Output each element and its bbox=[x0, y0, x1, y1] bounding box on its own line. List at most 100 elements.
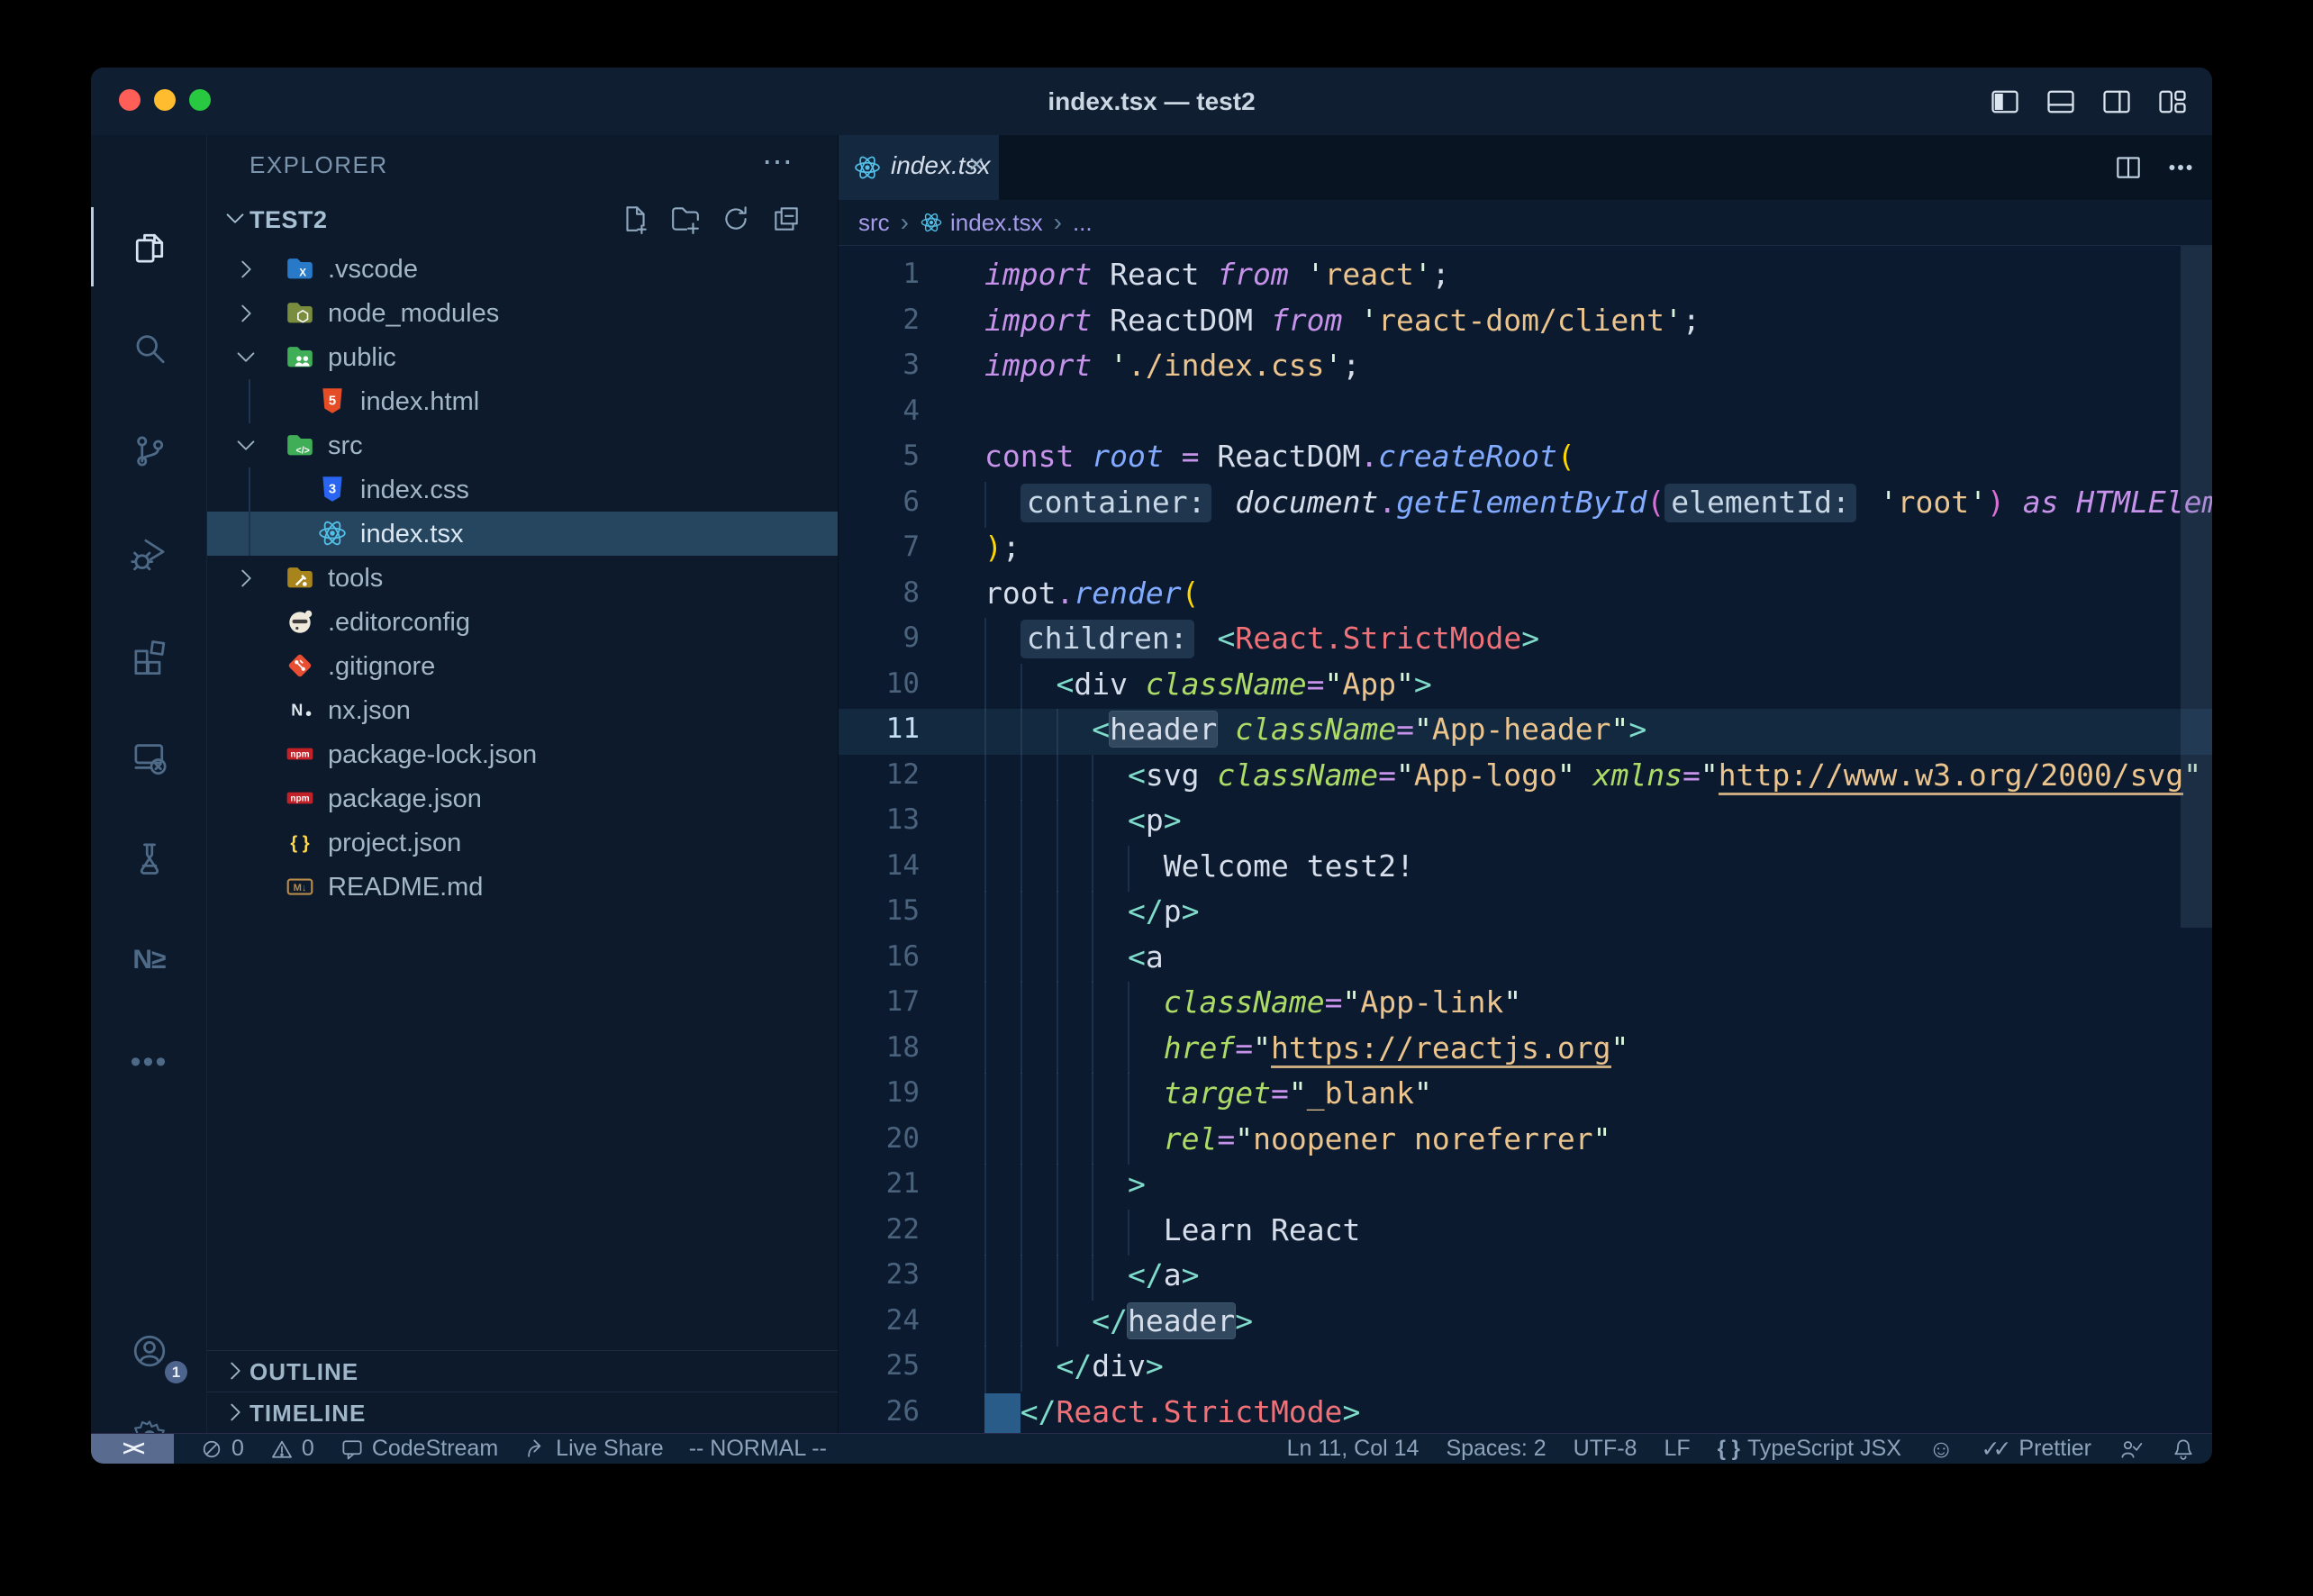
status-feedback-smiley[interactable]: ☺ bbox=[1928, 1435, 1955, 1464]
activity-accounts[interactable]: 1 bbox=[91, 1306, 207, 1396]
breadcrumb-item-2[interactable]: ... bbox=[1073, 209, 1093, 237]
activity-search[interactable] bbox=[91, 304, 207, 394]
tree-item-.vscode[interactable]: X.vscode bbox=[207, 247, 838, 291]
tab-index-tsx[interactable]: index.tsx × bbox=[839, 135, 999, 200]
refresh-icon[interactable] bbox=[721, 204, 751, 234]
tree-item-index.tsx[interactable]: index.tsx bbox=[207, 512, 838, 556]
smiley-icon: ☺ bbox=[1928, 1435, 1955, 1464]
code-line-19[interactable]: 19 target="_blank" bbox=[839, 1073, 2212, 1119]
panel-outline[interactable]: OUTLINE bbox=[207, 1350, 838, 1392]
workspace-name: TEST2 bbox=[249, 206, 328, 234]
svg-text:M↓: M↓ bbox=[294, 883, 307, 893]
status-notifications[interactable] bbox=[2171, 1437, 2196, 1462]
editor-scrollbar[interactable] bbox=[2181, 246, 2212, 928]
activity-source-control[interactable] bbox=[91, 406, 207, 496]
chevron-right-icon bbox=[222, 1357, 249, 1389]
status-vim-mode[interactable]: -- NORMAL -- bbox=[689, 1436, 827, 1462]
tree-item-node_modules[interactable]: node_modules bbox=[207, 291, 838, 335]
code-line-23[interactable]: 23 </a> bbox=[839, 1255, 2212, 1301]
status-accessibility[interactable] bbox=[2118, 1437, 2144, 1462]
code-line-9[interactable]: 9 children: <React.StrictMode> bbox=[839, 618, 2212, 664]
code-line-8[interactable]: 8 root.render( bbox=[839, 573, 2212, 619]
status-language-mode[interactable]: { }TypeScript JSX bbox=[1718, 1436, 1901, 1462]
nx-icon: N≥ bbox=[130, 940, 169, 980]
tree-item-index.css[interactable]: 3 index.css bbox=[207, 467, 838, 512]
code-line-2[interactable]: 2 import ReactDOM from 'react-dom/client… bbox=[839, 300, 2212, 346]
more-icon[interactable] bbox=[2165, 152, 2196, 183]
activity-remote-explorer[interactable] bbox=[91, 712, 207, 802]
code-line-5[interactable]: 5 const root = ReactDOM.createRoot( bbox=[839, 436, 2212, 482]
activity-extensions[interactable] bbox=[91, 610, 207, 700]
breadcrumb-item-1[interactable]: index.tsx bbox=[920, 209, 1043, 237]
tree-item-package-lock.json[interactable]: npmpackage-lock.json bbox=[207, 732, 838, 776]
css-icon: 3 bbox=[317, 474, 348, 504]
code-line-24[interactable]: 24 </header> bbox=[839, 1301, 2212, 1347]
status-encoding[interactable]: UTF-8 bbox=[1574, 1436, 1637, 1462]
code-line-14[interactable]: 14 Welcome test2! bbox=[839, 846, 2212, 892]
layout-panel-icon[interactable] bbox=[2045, 86, 2077, 118]
file-label: .vscode bbox=[328, 255, 418, 285]
code-line-12[interactable]: 12 <svg className="App-logo" xmlns="http… bbox=[839, 755, 2212, 801]
code-line-4[interactable]: 4 bbox=[839, 391, 2212, 437]
files-icon bbox=[130, 228, 169, 268]
panel-timeline[interactable]: TIMELINE bbox=[207, 1392, 838, 1433]
activity-testing[interactable] bbox=[91, 813, 207, 903]
layout-sidebar-left-icon[interactable] bbox=[1989, 86, 2021, 118]
close-tab-icon[interactable]: × bbox=[961, 150, 992, 184]
explorer-more-actions-icon[interactable]: ⋯ bbox=[762, 144, 794, 180]
tree-item-src[interactable]: </>src bbox=[207, 423, 838, 467]
split-editor-icon[interactable] bbox=[2113, 152, 2144, 183]
tree-item-.editorconfig[interactable]: .editorconfig bbox=[207, 600, 838, 644]
status-problems-warnings[interactable]: 0 bbox=[269, 1436, 314, 1462]
code-line-1[interactable]: 1 import React from 'react'; bbox=[839, 254, 2212, 300]
code-line-21[interactable]: 21 > bbox=[839, 1164, 2212, 1210]
code-line-17[interactable]: 17 className="App-link" bbox=[839, 982, 2212, 1028]
new-folder-icon[interactable] bbox=[670, 204, 701, 234]
status-indentation[interactable]: Spaces: 2 bbox=[1446, 1436, 1546, 1462]
code-line-3[interactable]: 3 import './index.css'; bbox=[839, 345, 2212, 391]
file-label: index.css bbox=[360, 476, 469, 505]
status-live-share[interactable]: Live Share bbox=[523, 1436, 664, 1462]
workspace-section-header[interactable]: TEST2 bbox=[207, 198, 838, 241]
status-cursor-position[interactable]: Ln 11, Col 14 bbox=[1287, 1436, 1420, 1462]
code-line-20[interactable]: 20 rel="noopener noreferrer" bbox=[839, 1119, 2212, 1165]
file-label: tools bbox=[328, 564, 383, 594]
code-line-6[interactable]: 6 container: document.getElementById(ele… bbox=[839, 482, 2212, 528]
titlebar[interactable]: index.tsx — test2 bbox=[91, 68, 2212, 135]
code-line-10[interactable]: 10 <div className="App"> bbox=[839, 664, 2212, 710]
tree-item-tools[interactable]: tools bbox=[207, 556, 838, 600]
activity-run-debug[interactable] bbox=[91, 508, 207, 598]
panel-label: OUTLINE bbox=[249, 1358, 358, 1386]
code-line-11[interactable]: 11 <header className="App-header"> bbox=[839, 709, 2212, 755]
tree-item-index.html[interactable]: 5index.html bbox=[207, 379, 838, 423]
tree-item-public[interactable]: public bbox=[207, 335, 838, 379]
activity-explorer[interactable] bbox=[91, 203, 207, 293]
code-line-16[interactable]: 16 <a bbox=[839, 937, 2212, 983]
code-line-18[interactable]: 18 href="https://reactjs.org" bbox=[839, 1028, 2212, 1074]
status-codestream[interactable]: CodeStream bbox=[340, 1436, 498, 1462]
activity-more[interactable]: ••• bbox=[91, 1017, 207, 1107]
code-line-7[interactable]: 7 ); bbox=[839, 527, 2212, 573]
status-prettier[interactable]: ✓✓Prettier bbox=[1982, 1436, 2092, 1463]
code-line-25[interactable]: 25 </div> bbox=[839, 1346, 2212, 1392]
status-problems-errors[interactable]: 0 bbox=[199, 1436, 244, 1462]
remote-indicator[interactable]: >< bbox=[91, 1434, 174, 1465]
tree-item-.gitignore[interactable]: .gitignore bbox=[207, 644, 838, 688]
code-line-15[interactable]: 15 </p> bbox=[839, 891, 2212, 937]
code-line-22[interactable]: 22 Learn React bbox=[839, 1210, 2212, 1256]
tree-item-project.json[interactable]: { }project.json bbox=[207, 821, 838, 865]
code-line-26[interactable]: 26 </React.StrictMode> bbox=[839, 1392, 2212, 1434]
new-file-icon[interactable] bbox=[620, 204, 650, 234]
tree-item-package.json[interactable]: npmpackage.json bbox=[207, 776, 838, 821]
activity-nx-console[interactable]: N≥ bbox=[91, 915, 207, 1005]
breadcrumb-item-0[interactable]: src bbox=[858, 209, 890, 237]
indent-guide bbox=[249, 379, 250, 423]
collapse-all-icon[interactable] bbox=[771, 204, 802, 234]
layout-customize-icon[interactable] bbox=[2156, 86, 2189, 118]
code-line-13[interactable]: 13 <p> bbox=[839, 800, 2212, 846]
tree-item-nx.json[interactable]: Nnx.json bbox=[207, 688, 838, 732]
tree-item-README.md[interactable]: M↓README.md bbox=[207, 865, 838, 909]
code-area[interactable]: 1 import React from 'react'; 2 import Re… bbox=[839, 246, 2212, 1433]
status-eol[interactable]: LF bbox=[1664, 1436, 1690, 1462]
layout-sidebar-right-icon[interactable] bbox=[2100, 86, 2133, 118]
